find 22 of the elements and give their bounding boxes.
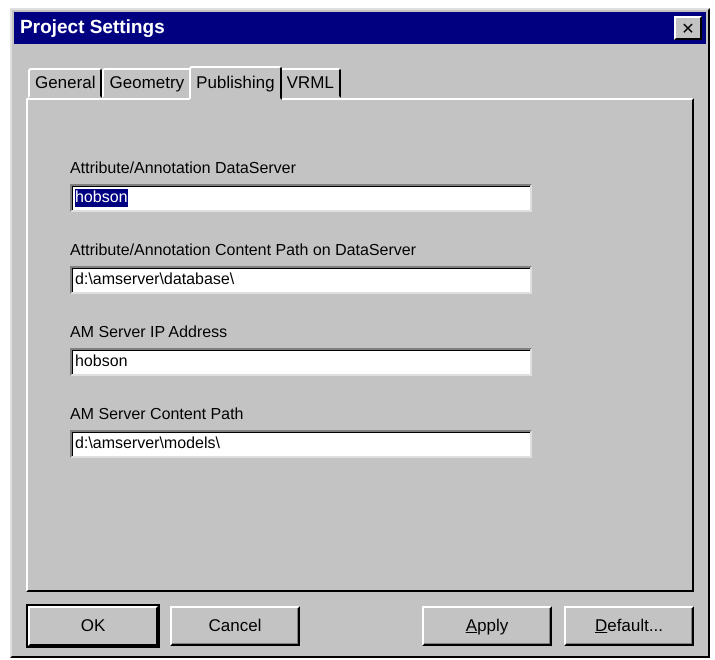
text-field[interactable]: d:\amserver\database\: [70, 266, 532, 294]
window-title: Project Settings: [20, 17, 165, 39]
tab[interactable]: Geometry: [102, 68, 192, 98]
text-field[interactable]: d:\amserver\models\: [70, 430, 532, 458]
field-label: Attribute/Annotation Content Path on DataServer: [70, 242, 417, 260]
field-label: AM Server IP Address: [70, 324, 228, 342]
tab[interactable]: General: [28, 68, 102, 98]
text-field[interactable]: hobson: [70, 348, 532, 376]
field-label: Attribute/Annotation DataServer: [70, 160, 297, 178]
field-value: hobson: [75, 353, 128, 371]
dialog-button[interactable]: OK: [28, 606, 158, 646]
text-field[interactable]: hobson: [70, 184, 532, 212]
tab[interactable]: VRML: [280, 68, 341, 98]
field-value: d:\amserver\database\: [75, 271, 234, 289]
tab[interactable]: Publishing: [189, 66, 282, 100]
close-button[interactable]: ✕: [674, 16, 702, 40]
dialog-button[interactable]: Apply: [422, 606, 552, 646]
dialog-button[interactable]: Cancel: [170, 606, 300, 646]
field-label: AM Server Content Path: [70, 406, 244, 424]
field-value: d:\amserver\models\: [75, 435, 220, 453]
field-value: hobson: [75, 189, 128, 207]
dialog-button[interactable]: Default...: [564, 606, 694, 646]
